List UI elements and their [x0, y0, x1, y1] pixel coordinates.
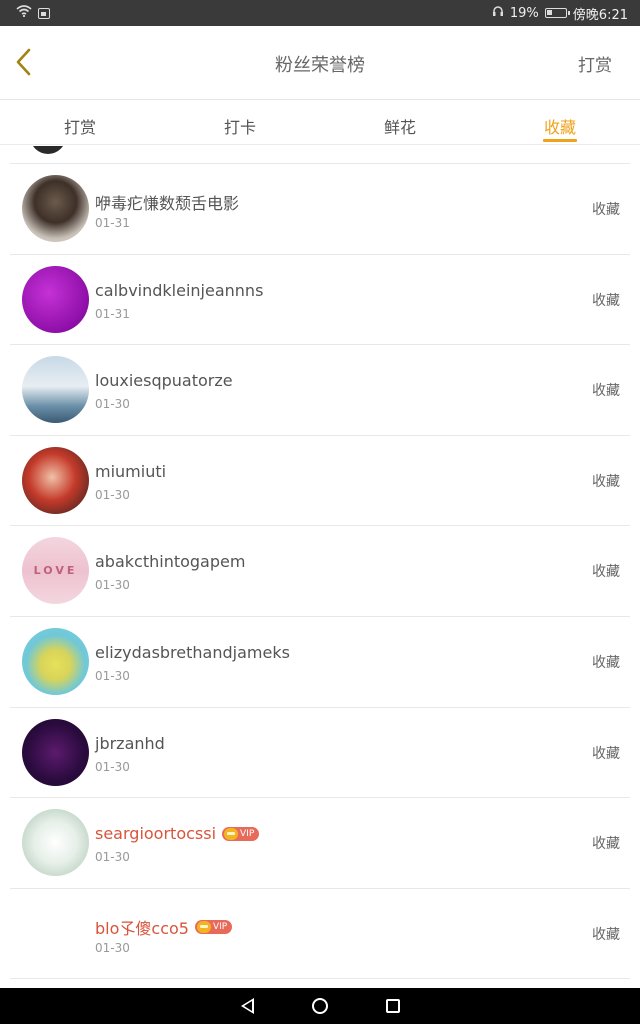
- vip-badge: VIP: [194, 919, 233, 934]
- nav-back-icon[interactable]: [240, 998, 254, 1014]
- avatar[interactable]: [22, 175, 89, 242]
- action-label: 收藏: [592, 745, 620, 762]
- vip-badge: VIP: [222, 826, 260, 841]
- item-date: 01-30: [95, 759, 130, 774]
- nav-recents-icon[interactable]: [385, 999, 400, 1013]
- list-item[interactable]: elizydasbrethandjameks 01-30 收藏: [10, 617, 630, 708]
- item-date: 01-30: [95, 940, 130, 955]
- system-nav-bar: [0, 988, 640, 1024]
- clock: 傍晚6:21: [572, 7, 628, 23]
- battery-icon: [544, 8, 570, 18]
- list-item[interactable]: calbvindkleinjeannns 01-31 收藏: [10, 255, 630, 346]
- user-name: louxiesqpuatorze: [95, 371, 233, 391]
- action-label: 收藏: [592, 836, 620, 853]
- user-name: calbvindkleinjeannns: [95, 280, 264, 300]
- fan-list: 咿毒疕慊数颓舌电影 01-31 收藏 calbvindkleinjeannns …: [0, 146, 640, 988]
- vip-crown-icon: [196, 920, 211, 933]
- top-header: 粉丝荣誉榜 打赏: [0, 26, 640, 100]
- list-item-partial: [10, 146, 630, 164]
- status-bar-left: [16, 5, 50, 21]
- avatar[interactable]: LOVE: [22, 537, 89, 605]
- headphones-icon: [492, 5, 504, 21]
- avatar-text: LOVE: [33, 564, 78, 578]
- list-item[interactable]: 咿毒疕慊数颓舌电影 01-31 收藏: [10, 164, 630, 255]
- item-date: 01-30: [95, 850, 130, 865]
- tab-reward[interactable]: 打赏: [0, 101, 160, 144]
- status-bar-right: 19% 傍晚6:21: [492, 4, 628, 23]
- user-name: elizydasbrethandjameks: [95, 642, 290, 662]
- avatar[interactable]: [22, 718, 89, 786]
- avatar[interactable]: [22, 446, 89, 514]
- action-label: 收藏: [592, 926, 620, 943]
- item-date: 01-30: [95, 397, 130, 412]
- sim-icon: [38, 7, 50, 19]
- item-date: 01-30: [95, 487, 130, 502]
- page-title: 粉丝荣誉榜: [275, 55, 365, 76]
- user-name: abakcthintogapem: [95, 552, 246, 572]
- list-item[interactable]: miumiuti 01-30 收藏: [10, 436, 630, 527]
- item-date: 01-31: [95, 306, 130, 321]
- avatar[interactable]: [22, 627, 89, 695]
- list-item[interactable]: jbrzanhd 01-30 收藏: [10, 708, 630, 799]
- user-name: 咿毒疕慊数颓舌电影: [95, 194, 240, 213]
- vip-crown-icon: [224, 827, 239, 840]
- list-item[interactable]: louxiesqpuatorze 01-30 收藏: [10, 345, 630, 436]
- user-name: blo孓傻cco5 VIP: [95, 915, 233, 939]
- nav-home-icon[interactable]: [311, 998, 328, 1014]
- user-name: miumiuti: [95, 461, 167, 481]
- action-label: 收藏: [592, 473, 620, 490]
- list-item[interactable]: seargioortocssi VIP 01-30 收藏: [10, 798, 630, 889]
- battery-percent: 19%: [509, 5, 539, 21]
- list-item[interactable]: LOVE abakcthintogapem 01-30 收藏: [10, 526, 630, 617]
- tab-favorites[interactable]: 收藏: [480, 101, 640, 144]
- avatar[interactable]: [22, 356, 89, 424]
- tab-bar: 打赏 打卡 鲜花 收藏: [0, 101, 640, 145]
- avatar[interactable]: [22, 265, 89, 333]
- item-date: 01-31: [95, 216, 130, 230]
- wifi-icon: [16, 5, 32, 21]
- user-name: jbrzanhd: [95, 733, 165, 753]
- user-name: seargioortocssi VIP: [95, 824, 260, 843]
- action-label: 收藏: [592, 383, 620, 400]
- tab-checkin[interactable]: 打卡: [160, 101, 320, 144]
- item-date: 01-30: [95, 668, 130, 683]
- status-bar: 19% 傍晚6:21: [0, 0, 640, 26]
- avatar[interactable]: [22, 809, 89, 877]
- action-label: 收藏: [592, 202, 620, 218]
- action-label: 收藏: [592, 654, 620, 671]
- item-date: 01-30: [95, 578, 130, 593]
- action-label: 收藏: [592, 292, 620, 309]
- list-item[interactable]: blo孓傻cco5 VIP 01-30 收藏: [10, 889, 630, 980]
- action-label: 收藏: [592, 564, 620, 581]
- tab-flowers[interactable]: 鲜花: [320, 101, 480, 144]
- header-tip-button[interactable]: 打赏: [578, 51, 612, 76]
- avatar: [30, 146, 66, 154]
